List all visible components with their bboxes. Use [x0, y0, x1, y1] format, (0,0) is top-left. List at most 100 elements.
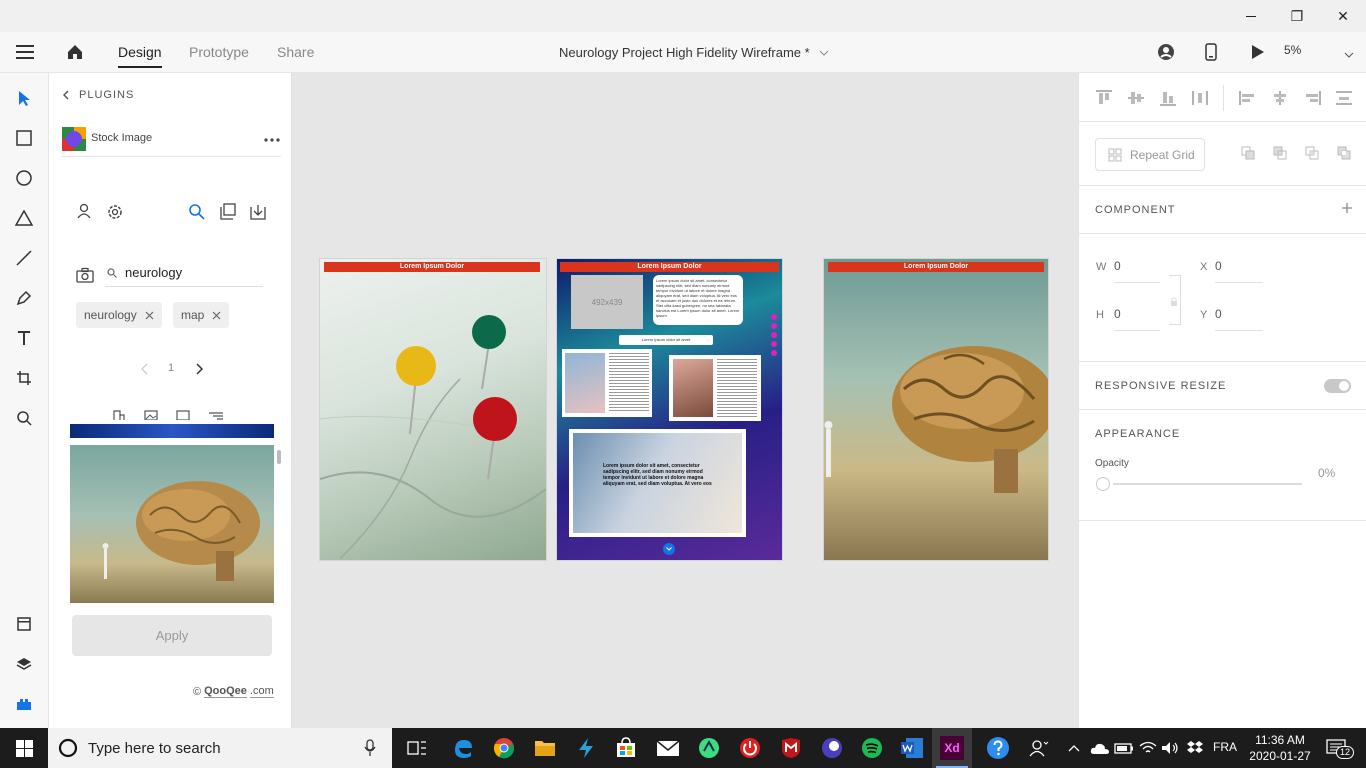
word-icon[interactable] — [900, 736, 924, 760]
restore-button[interactable]: ❐ — [1274, 0, 1320, 32]
width-field[interactable]: 0 — [1114, 259, 1121, 273]
lock-icon[interactable] — [1170, 294, 1178, 312]
polygon-tool-icon[interactable] — [12, 206, 36, 230]
align-bottom-icon[interactable] — [1159, 90, 1177, 106]
power-automate-icon[interactable] — [574, 736, 598, 760]
next-page-icon[interactable] — [196, 362, 204, 380]
rectangle-tool-icon[interactable] — [12, 126, 36, 150]
stock-result-brain-image[interactable] — [70, 445, 274, 603]
apply-button[interactable]: Apply — [72, 615, 272, 656]
clock[interactable]: 11:36 AM 2020-01-27 — [1248, 732, 1312, 764]
boolean-exclude-icon[interactable] — [1337, 146, 1351, 160]
stock-result-thumbnail-partial[interactable] — [70, 424, 274, 438]
prev-page-icon[interactable] — [141, 362, 148, 380]
play-preview-icon[interactable] — [1251, 44, 1265, 65]
ellipse-tool-icon[interactable] — [12, 166, 36, 190]
adobe-xd-taskbar-button[interactable]: Xd — [932, 728, 972, 768]
artboard-map-pins[interactable]: Lorem Ipsum Dolor — [320, 259, 546, 560]
notifications-button[interactable]: 12 — [1324, 736, 1355, 760]
search-input[interactable]: neurology — [105, 259, 263, 287]
battery-icon[interactable] — [1112, 736, 1136, 760]
align-left-icon[interactable] — [1239, 90, 1257, 106]
home-icon[interactable] — [66, 43, 84, 66]
image-icon[interactable] — [144, 410, 158, 420]
minimize-button[interactable] — [1228, 0, 1274, 32]
close-window-button[interactable]: ✕ — [1320, 0, 1366, 32]
artboard-brain[interactable]: Lorem Ipsum Dolor — [824, 259, 1048, 560]
opacity-slider-handle[interactable] — [1096, 477, 1110, 491]
plugin-more-icon[interactable] — [264, 130, 280, 148]
onedrive-icon[interactable] — [1088, 736, 1112, 760]
opacity-value[interactable]: 0% — [1318, 466, 1335, 480]
align-right-icon[interactable] — [1303, 90, 1321, 106]
hamburger-menu-icon[interactable] — [16, 45, 34, 64]
boolean-subtract-icon[interactable] — [1273, 146, 1287, 160]
account-icon[interactable] — [77, 203, 93, 224]
artboard-tool-icon[interactable] — [12, 366, 36, 390]
taskbar-search-box[interactable]: Type here to search — [48, 728, 392, 768]
distribute-horizontal-icon[interactable] — [1191, 90, 1209, 106]
results-scrollbar[interactable] — [277, 450, 281, 464]
user-account-icon[interactable] — [1157, 43, 1175, 66]
opacity-slider-track[interactable] — [1113, 483, 1302, 485]
x-field[interactable]: 0 — [1215, 259, 1222, 273]
text-tool-icon[interactable] — [12, 326, 36, 350]
tag-chip-map[interactable]: map — [173, 302, 230, 328]
bookmark-icon[interactable] — [176, 410, 190, 420]
distribute-vertical-icon[interactable] — [1335, 90, 1353, 106]
microsoft-store-icon[interactable] — [614, 736, 638, 760]
pen-tool-icon[interactable] — [12, 286, 36, 310]
boolean-intersect-icon[interactable] — [1305, 146, 1319, 160]
repeat-grid-button[interactable]: Repeat Grid — [1095, 138, 1205, 171]
input-language[interactable]: FRA — [1213, 740, 1237, 754]
downloads-icon[interactable] — [249, 203, 267, 226]
layers-panel-icon[interactable] — [12, 652, 36, 676]
android-studio-icon[interactable] — [697, 736, 721, 760]
settings-gear-icon[interactable] — [106, 203, 124, 226]
plugins-back-button[interactable]: PLUGINS — [63, 89, 134, 101]
search-tab-icon[interactable] — [188, 203, 206, 226]
license-icon[interactable] — [112, 410, 126, 420]
mail-icon[interactable] — [656, 736, 680, 760]
align-top-icon[interactable] — [1095, 90, 1113, 106]
sort-icon[interactable] — [208, 410, 224, 420]
tray-chevron-up-icon[interactable] — [1062, 736, 1086, 760]
qooqee-credit-link[interactable]: © QooQee .com — [193, 685, 274, 698]
mcafee-icon[interactable] — [779, 736, 803, 760]
start-button[interactable] — [0, 728, 48, 768]
file-explorer-icon[interactable] — [533, 736, 557, 760]
dropbox-icon[interactable] — [1183, 736, 1207, 760]
line-tool-icon[interactable] — [12, 246, 36, 270]
tab-share[interactable]: Share — [277, 44, 314, 60]
y-field[interactable]: 0 — [1215, 307, 1222, 321]
device-preview-icon[interactable] — [1205, 43, 1217, 66]
responsive-resize-toggle[interactable] — [1324, 379, 1351, 393]
edge-browser-icon[interactable] — [451, 736, 475, 760]
assets-panel-icon[interactable] — [12, 612, 36, 636]
design-canvas[interactable]: ••• Lorem Ipsum Dolor ••• Lorem Ipsum Do… — [292, 73, 1078, 728]
zoom-level[interactable]: 5% — [1284, 43, 1301, 57]
align-middle-icon[interactable] — [1127, 90, 1145, 106]
height-field[interactable]: 0 — [1114, 307, 1121, 321]
boolean-add-icon[interactable] — [1241, 146, 1255, 160]
align-center-icon[interactable] — [1271, 90, 1289, 106]
wifi-icon[interactable] — [1136, 736, 1160, 760]
people-icon[interactable] — [1027, 736, 1051, 760]
camera-search-icon[interactable] — [76, 267, 94, 288]
tab-prototype[interactable]: Prototype — [189, 44, 249, 60]
zoom-chevron-icon[interactable] — [1344, 46, 1354, 64]
spotify-icon[interactable] — [860, 736, 884, 760]
remove-tag-icon[interactable] — [145, 311, 154, 320]
select-tool-icon[interactable] — [12, 86, 36, 110]
artboard-neurology-layout[interactable]: Lorem Ipsum Dolor 492x439 Lorem ipsum do… — [557, 259, 782, 560]
task-view-icon[interactable] — [405, 736, 429, 760]
plugins-panel-icon[interactable] — [12, 692, 36, 716]
collections-icon[interactable] — [219, 203, 237, 226]
document-title[interactable]: Neurology Project High Fidelity Wirefram… — [559, 45, 829, 60]
zoom-tool-icon[interactable] — [12, 406, 36, 430]
help-icon[interactable] — [986, 736, 1010, 760]
remove-tag-icon[interactable] — [212, 311, 221, 320]
add-component-icon[interactable] — [1341, 201, 1353, 219]
power-app-icon[interactable] — [738, 736, 762, 760]
browser-purple-icon[interactable] — [820, 736, 844, 760]
